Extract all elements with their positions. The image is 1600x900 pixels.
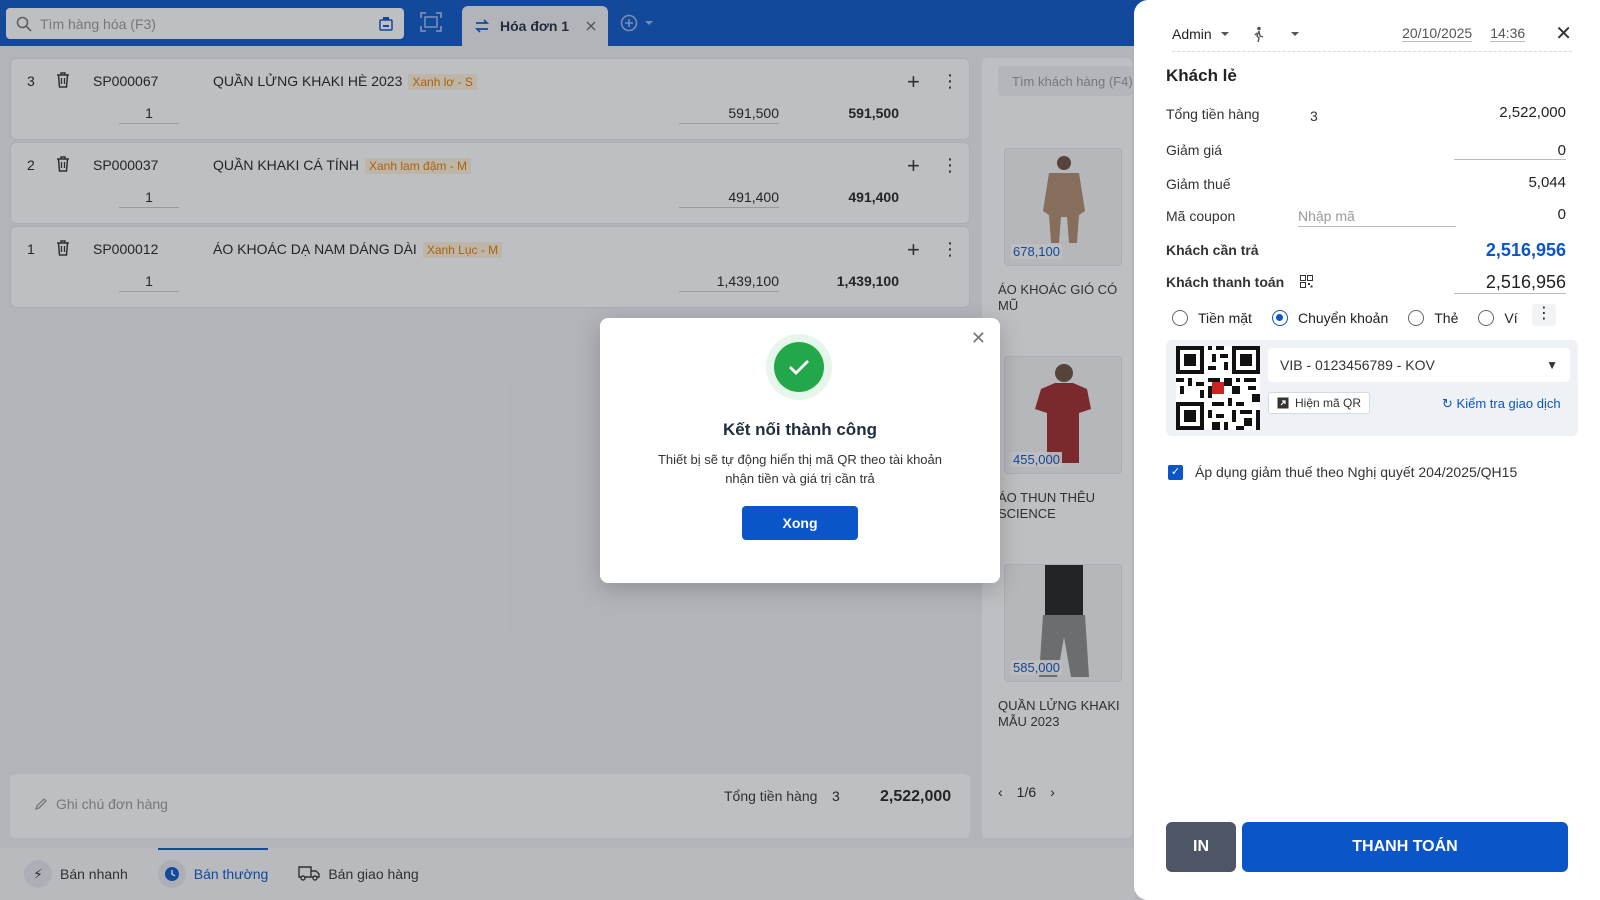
method-transfer[interactable]: Chuyển khoản [1271,310,1389,326]
vat-note-label: Áp dụng giảm thuế theo Nghị quyết 204/20… [1195,464,1518,480]
checkmark-icon [789,360,809,375]
coupon-label: Mã coupon [1166,208,1236,224]
discount-input[interactable]: 0 [1454,142,1566,160]
external-display-icon [1277,397,1289,409]
qr-payment-box: VIB - 0123456789 - KOV ▼ Hiện mã QR ↻ Ki… [1166,340,1578,436]
show-qr-label: Hiện mã QR [1295,396,1362,410]
more-vertical-icon[interactable]: ⋮ [1532,304,1556,326]
total-count: 3 [1310,108,1318,124]
close-icon[interactable]: ✕ [971,328,986,349]
method-label: Tiền mặt [1198,310,1252,326]
tax-label: Giảm thuế [1166,176,1231,192]
method-label: Ví [1504,310,1518,326]
vat-reduction-option[interactable]: ✓ Áp dụng giảm thuế theo Nghị quyết 204/… [1168,464,1517,480]
radio-icon [1408,310,1425,326]
radio-icon [1172,310,1188,326]
method-label: Chuyển khoản [1297,310,1389,326]
qr-code-image [1176,346,1260,430]
coupon-input[interactable]: Nhập mã [1298,208,1456,227]
print-button[interactable]: IN [1166,822,1236,872]
paid-label-text: Khách thanh toán [1166,274,1285,290]
chevron-down-icon[interactable] [1220,30,1230,38]
customer-name: Khách lẻ [1166,66,1237,85]
qr-grid-icon[interactable] [1300,275,1314,288]
panel-header: Admin 20/10/2025 14:36 ✕ [1172,16,1572,52]
caret-down-icon: ▼ [1546,358,1558,372]
method-cash[interactable]: Tiền mặt [1172,310,1252,326]
payment-methods: Tiền mặt Chuyển khoản Thẻ Ví [1172,310,1518,326]
due-value: 2,516,956 [1485,240,1566,260]
method-label: Thẻ [1434,310,1459,326]
check-transaction-link[interactable]: ↻ Kiểm tra giao dịch [1442,396,1561,412]
checkbox-checked-icon[interactable]: ✓ [1168,464,1183,480]
chevron-down-icon[interactable] [1290,30,1300,38]
bank-account-label: VIB - 0123456789 - KOV [1280,357,1435,373]
success-icon [766,334,832,400]
success-dialog: ✕ Kết nối thành công Thiết bị sẽ tự động… [600,318,1000,583]
date-field[interactable]: 20/10/2025 [1402,25,1473,42]
done-button[interactable]: Xong [742,506,858,540]
show-qr-button[interactable]: Hiện mã QR [1268,392,1371,414]
total-label: Tổng tiền hàng [1166,106,1260,122]
check-transaction-label: Kiểm tra giao dịch [1456,396,1561,411]
coupon-value: 0 [1557,206,1566,223]
close-icon[interactable]: ✕ [1555,21,1572,46]
method-wallet[interactable]: Ví [1478,310,1518,326]
radio-checked-icon [1271,310,1288,326]
radio-icon [1478,310,1495,326]
pay-button[interactable]: THANH TOÁN [1242,822,1568,872]
paid-label: Khách thanh toán [1166,274,1314,290]
bank-account-select[interactable]: VIB - 0123456789 - KOV ▼ [1268,348,1570,382]
time-field[interactable]: 14:36 [1490,25,1526,42]
due-label: Khách cần trả [1166,242,1259,258]
total-value: 2,522,000 [1499,104,1566,121]
paid-input[interactable]: 2,516,956 [1454,272,1566,294]
tax-value: 5,044 [1528,174,1566,191]
dialog-message: Thiết bị sẽ tự động hiển thị mã QR theo … [657,452,943,486]
dialog-title: Kết nối thành công [723,420,877,439]
discount-label: Giảm giá [1166,142,1223,158]
method-card[interactable]: Thẻ [1408,310,1458,326]
user-select[interactable]: Admin [1172,26,1212,42]
refresh-icon: ↻ [1442,396,1453,411]
walking-person-icon[interactable] [1252,26,1266,42]
payment-panel: Admin 20/10/2025 14:36 ✕ Khách lẻ Tổng t… [1134,0,1600,900]
